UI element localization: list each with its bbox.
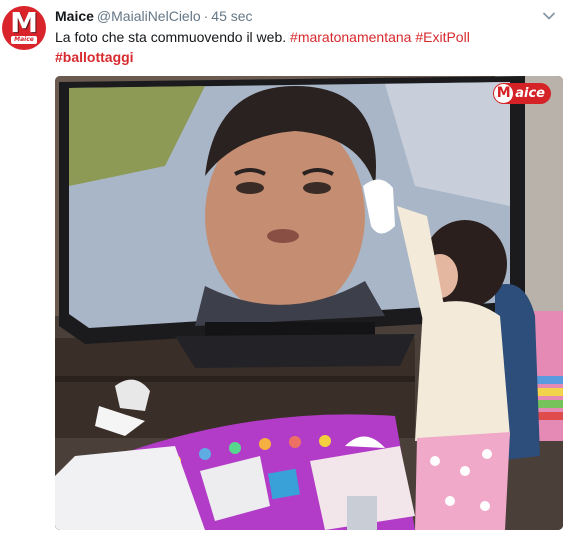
avatar-logo-letter: M (10, 6, 38, 39)
tweet-header: Maice @MaialiNelCielo · 45 sec (55, 7, 253, 25)
maice-watermark: Maice (493, 83, 551, 104)
timestamp[interactable]: 45 sec (211, 8, 252, 24)
tweet-card: M Maice Maice @MaialiNelCielo · 45 sec La f… (0, 0, 569, 541)
hashtag-ballottaggi[interactable]: #ballottaggi (55, 49, 134, 65)
tweet-text-body: La foto che sta commuovendo il web. (55, 29, 287, 45)
hashtag-exitpoll[interactable]: #ExitPoll (415, 29, 469, 45)
watermark-text: aice (515, 86, 545, 101)
display-name[interactable]: Maice (55, 8, 94, 24)
avatar-logo-word: Maice (11, 36, 37, 44)
chevron-down-icon[interactable] (542, 9, 556, 23)
separator-dot: · (203, 8, 209, 24)
watermark-logo-icon: M (494, 84, 514, 103)
tweet-text: La foto che sta commuovendo il web. #mar… (55, 27, 555, 67)
photo-illustration (55, 76, 563, 530)
hashtag-maratonamentana[interactable]: #maratonamentana (290, 29, 411, 45)
tweet-photo[interactable]: Maice (55, 76, 563, 530)
avatar[interactable]: M Maice (2, 6, 46, 50)
user-handle[interactable]: @MaialiNelCielo (97, 8, 201, 24)
